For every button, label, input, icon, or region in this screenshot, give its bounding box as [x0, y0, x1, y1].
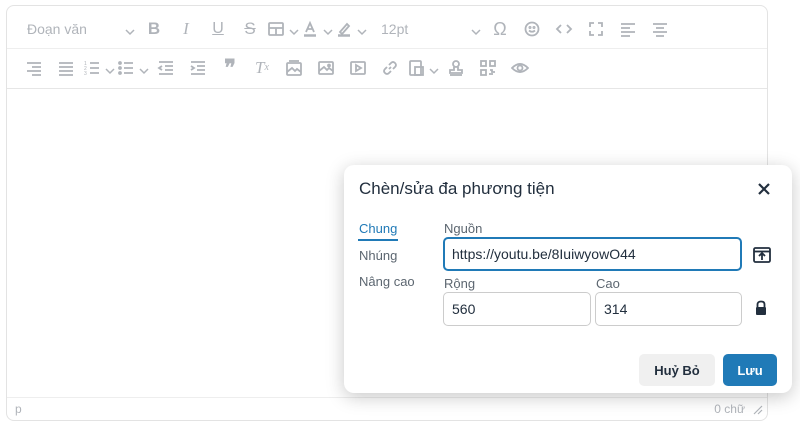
source-input[interactable]: https://youtu.be/8IuiwyowO44 — [443, 237, 742, 271]
highlight-icon[interactable] — [335, 14, 367, 44]
bold-icon[interactable]: B — [139, 14, 169, 44]
code-icon[interactable] — [549, 14, 579, 44]
chevron-down-icon — [471, 24, 481, 36]
justify-icon[interactable] — [51, 53, 81, 83]
toolbar-divider — [7, 88, 767, 89]
qr-icon[interactable] — [473, 53, 503, 83]
source-label: Nguồn — [444, 221, 483, 236]
media-dialog: Chèn/sửa đa phương tiện Chung Nhúng Nâng… — [344, 165, 792, 393]
media-icon[interactable] — [343, 53, 373, 83]
align-left-icon[interactable] — [613, 14, 643, 44]
svg-text:3: 3 — [84, 71, 87, 77]
upload-icon[interactable] — [752, 245, 772, 265]
underline-icon[interactable]: U — [203, 14, 233, 44]
lock-icon[interactable] — [752, 299, 770, 317]
fullscreen-icon[interactable] — [581, 14, 611, 44]
chevron-down-icon — [125, 24, 135, 36]
font-size-value: 12pt — [381, 21, 409, 37]
strikethrough-icon[interactable]: S — [235, 14, 265, 44]
align-right-icon[interactable] — [19, 53, 49, 83]
block-format-value: Đoạn văn — [27, 21, 87, 37]
tab-embed[interactable]: Nhúng — [359, 248, 397, 263]
italic-icon[interactable]: I — [171, 14, 201, 44]
height-label: Cao — [596, 276, 620, 291]
template-icon[interactable] — [407, 53, 439, 83]
resize-handle-icon[interactable] — [753, 404, 763, 415]
cancel-button[interactable]: Huỷ Bỏ — [639, 354, 715, 386]
align-center-icon[interactable] — [645, 14, 675, 44]
width-label: Rộng — [444, 276, 476, 291]
height-input[interactable]: 314 — [595, 292, 742, 326]
table-icon[interactable] — [267, 14, 299, 44]
image-icon[interactable] — [311, 53, 341, 83]
blockquote-icon[interactable]: ❞ — [215, 53, 245, 83]
dialog-title: Chèn/sửa đa phương tiện — [359, 179, 555, 198]
status-bar: p 0 chữ — [7, 397, 767, 420]
chevron-down-icon — [289, 24, 299, 36]
bullet-list-icon[interactable] — [117, 53, 149, 83]
chevron-down-icon — [357, 24, 367, 36]
indent-icon[interactable] — [183, 53, 213, 83]
clear-format-icon[interactable]: Tx — [247, 53, 277, 83]
emoji-icon[interactable] — [517, 14, 547, 44]
toolbar-row-2: 123 ❞ Tx — [7, 48, 767, 86]
toolbar-row-1: Đoạn văn B I U S 12pt Ω — [7, 10, 767, 48]
chevron-down-icon — [105, 63, 115, 74]
chevron-down-icon — [139, 63, 149, 74]
image-gallery-icon[interactable] — [279, 53, 309, 83]
tab-general[interactable]: Chung — [359, 221, 397, 236]
link-icon[interactable] — [375, 53, 405, 83]
font-size-select[interactable]: 12pt — [373, 14, 485, 44]
width-input[interactable]: 560 — [443, 292, 591, 326]
chevron-down-icon — [429, 63, 439, 74]
special-char-icon[interactable]: Ω — [485, 14, 515, 44]
stamp-icon[interactable] — [441, 53, 471, 83]
font-color-icon[interactable] — [301, 14, 333, 44]
numbered-list-icon[interactable]: 123 — [83, 53, 115, 83]
word-count[interactable]: 0 chữ — [714, 402, 745, 416]
save-button[interactable]: Lưu — [723, 354, 777, 386]
element-path[interactable]: p — [15, 402, 22, 416]
chevron-down-icon — [323, 24, 333, 36]
close-icon[interactable] — [754, 179, 774, 199]
outdent-icon[interactable] — [151, 53, 181, 83]
tab-advanced[interactable]: Nâng cao — [359, 274, 415, 289]
preview-icon[interactable] — [505, 53, 535, 83]
block-format-select[interactable]: Đoạn văn — [19, 14, 139, 44]
active-tab-indicator — [358, 239, 398, 241]
